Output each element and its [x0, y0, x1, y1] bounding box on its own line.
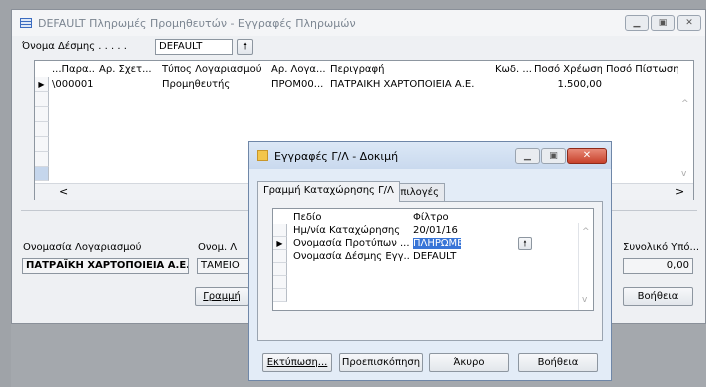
- col-header-code[interactable]: Κωδ. ...: [495, 64, 531, 75]
- tab-gl-line[interactable]: Γραμμή Καταχώρησης Γ/Λ: [257, 181, 400, 202]
- dialog-title: Εγγραφές Γ/Λ - Δοκιμή: [274, 150, 399, 163]
- scroll-left-icon[interactable]: <: [59, 185, 68, 198]
- scroll-right-icon[interactable]: >: [675, 185, 684, 198]
- total-label: Συνολικό Υπό...: [623, 242, 700, 253]
- filter-field-name[interactable]: Ημ/νία Καταχώρησης: [293, 225, 409, 236]
- cell-acc-no[interactable]: ΠΡΟΜ00...: [271, 79, 327, 90]
- filter-col-value[interactable]: Φίλτρο: [413, 212, 449, 223]
- cell-debit[interactable]: 1.500,00: [534, 79, 602, 90]
- window-title: DEFAULT Πληρωμές Προμηθευτών - Εγγραφές …: [38, 17, 356, 30]
- row-selector[interactable]: [35, 137, 49, 152]
- bal-account-value: ΤΑΜΕΙΟ: [197, 258, 249, 274]
- main-title-bar[interactable]: DEFAULT Πληρωμές Προμηθευτών - Εγγραφές …: [12, 10, 705, 36]
- close-button[interactable]: ✕: [677, 15, 701, 31]
- filter-value[interactable]: 20/01/16: [413, 225, 503, 236]
- filter-col-field[interactable]: Πεδίο: [293, 212, 322, 223]
- help-button[interactable]: Βοήθεια: [623, 287, 693, 306]
- lookup-arrow-icon[interactable]: 🠕: [237, 39, 253, 55]
- filter-table[interactable]: Πεδίο Φίλτρο ▶ Ημ/νία Καταχώρησης 20/01/…: [272, 208, 594, 311]
- row-selector[interactable]: [273, 263, 287, 276]
- row-selector[interactable]: [35, 167, 49, 181]
- print-button[interactable]: Εκτύπωση...: [262, 353, 332, 372]
- col-header-rel[interactable]: Αρ. Σχετ...: [99, 64, 159, 75]
- row-selector[interactable]: [273, 276, 287, 289]
- col-header-description[interactable]: Περιγραφή: [330, 64, 490, 75]
- preview-button[interactable]: Προεπισκόπηση: [339, 353, 423, 372]
- dialog-help-button[interactable]: Βοήθεια: [518, 353, 598, 372]
- current-row-marker-icon[interactable]: ▶: [273, 237, 287, 250]
- dialog-app-icon: [257, 150, 268, 161]
- batch-name-label: Όνομα Δέσμης . . . . .: [22, 41, 127, 52]
- filter-value[interactable]: DEFAULT: [413, 251, 503, 262]
- row-selector[interactable]: [35, 152, 49, 167]
- col-header-doc[interactable]: ...Παρα...: [52, 64, 96, 75]
- line-button[interactable]: Γραμμή: [195, 287, 249, 306]
- row-selector[interactable]: [273, 289, 287, 302]
- maximize-button[interactable]: ▣: [651, 15, 675, 31]
- dialog-title-bar[interactable]: Εγγραφές Γ/Λ - Δοκιμή ▁ ▣ ✕: [249, 142, 611, 169]
- row-selector[interactable]: [35, 92, 49, 107]
- cancel-button[interactable]: Άκυρο: [429, 353, 509, 372]
- batch-name-field[interactable]: DEFAULT: [155, 39, 233, 55]
- dialog-minimize-button[interactable]: ▁: [515, 148, 540, 164]
- scroll-up-icon[interactable]: ^: [681, 99, 689, 109]
- filter-lookup-arrow-icon[interactable]: 🠕: [518, 237, 532, 250]
- row-selector[interactable]: [35, 122, 49, 137]
- dialog-close-button[interactable]: ✕: [567, 148, 607, 164]
- scroll-up-icon[interactable]: ^: [582, 227, 590, 237]
- minimize-button[interactable]: ▁: [625, 15, 649, 31]
- vertical-scrollbar[interactable]: ^ v: [578, 223, 594, 310]
- col-header-acc-type[interactable]: Τύπος Λογαριασμού: [162, 64, 268, 75]
- row-selector[interactable]: [273, 250, 287, 263]
- tab-panel: Πεδίο Φίλτρο ▶ Ημ/νία Καταχώρησης 20/01/…: [257, 201, 603, 341]
- table-window-icon: [20, 18, 32, 28]
- account-name-label: Ονομασία Λογαριασμού: [23, 242, 142, 253]
- cell-description[interactable]: ΠΑΤΡΑΪΚΗ ΧΑΡΤΟΠΟΙΕΙΑ Α.Ε.: [330, 79, 490, 90]
- bal-account-label: Ονομ. Λ: [198, 242, 238, 253]
- row-selector[interactable]: [273, 224, 287, 237]
- col-header-acc-no[interactable]: Αρ. Λογα...: [271, 64, 327, 75]
- scroll-down-icon[interactable]: v: [582, 295, 587, 305]
- account-name-value: ΠΑΤΡΑΪΚΗ ΧΑΡΤΟΠΟΙΕΙΑ Α.Ε.: [22, 258, 189, 274]
- scroll-down-icon[interactable]: v: [681, 169, 686, 179]
- total-value: 0,00: [623, 258, 693, 274]
- cell-acc-type[interactable]: Προμηθευτής: [162, 79, 268, 90]
- cell-doc[interactable]: \000001: [52, 79, 96, 90]
- gl-entries-dialog: Εγγραφές Γ/Λ - Δοκιμή ▁ ▣ ✕ Γραμμή Καταχ…: [248, 141, 612, 381]
- col-header-debit[interactable]: Ποσό Χρέωσης: [534, 64, 602, 75]
- col-header-credit[interactable]: Ποσό Πίστωσης: [606, 64, 678, 75]
- filter-field-name[interactable]: Ονομασία Δέσμης Εγγ...: [293, 251, 409, 262]
- current-row-marker-icon[interactable]: ▶: [35, 77, 49, 92]
- filter-field-name[interactable]: Ονομασία Προτύπων ...: [293, 238, 409, 249]
- filter-value-selected[interactable]: ΠΛΗΡΩΜΕΣ: [413, 238, 461, 249]
- dialog-maximize-button[interactable]: ▣: [541, 148, 566, 164]
- row-selector[interactable]: [35, 107, 49, 122]
